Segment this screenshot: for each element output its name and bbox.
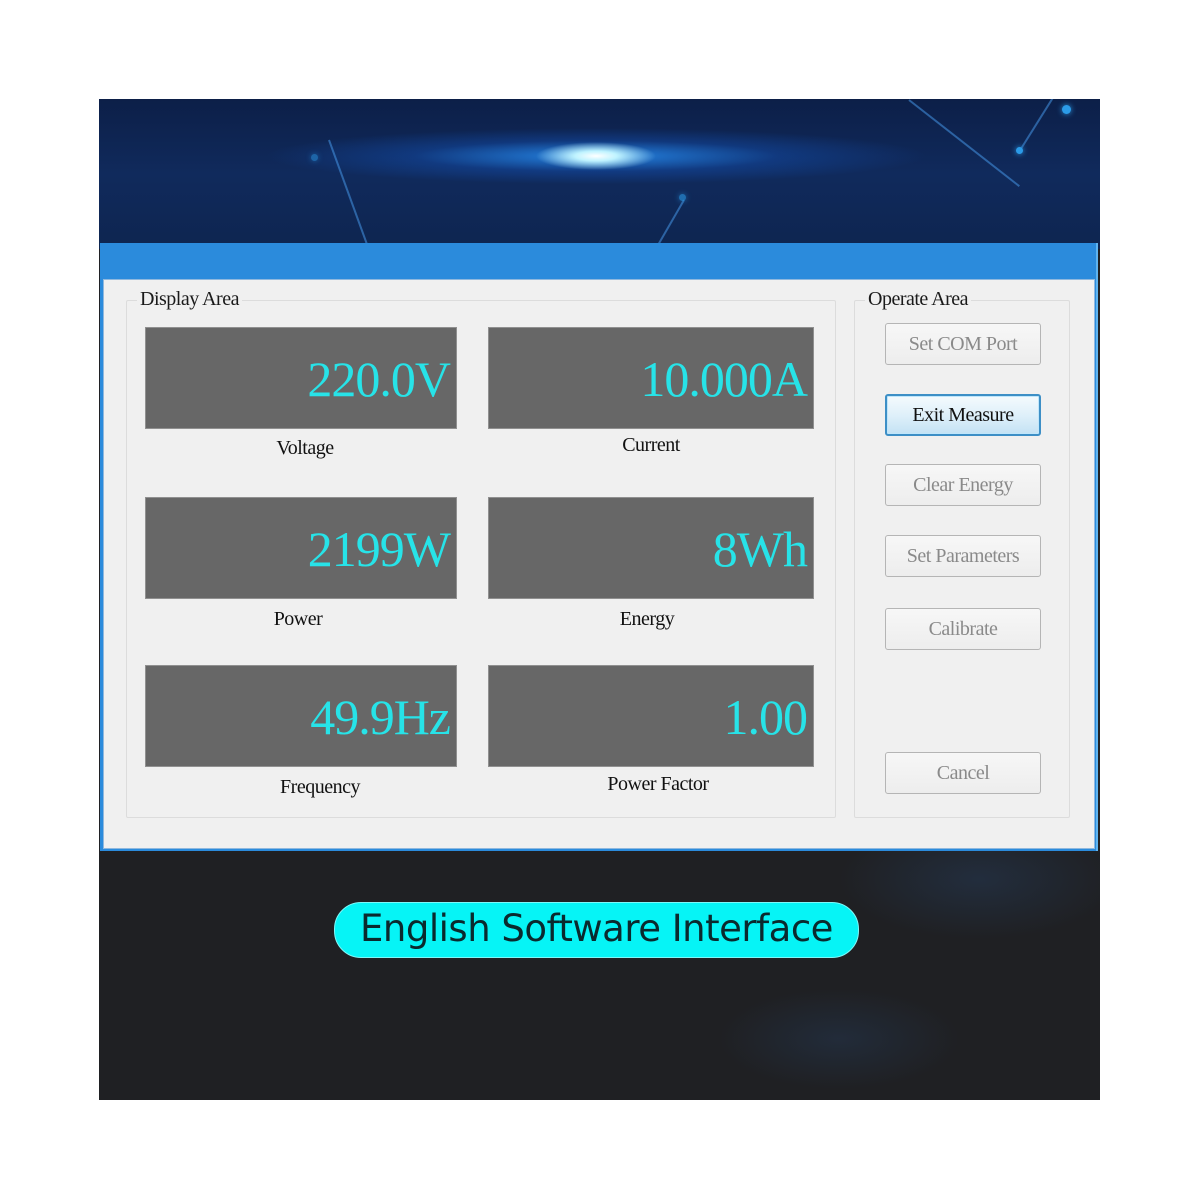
clear-energy-button[interactable]: Clear Energy [885,464,1041,506]
network-node-decoration [1016,147,1023,154]
display-area-group: Display Area 220.0V Voltage 10.000A Curr… [126,288,836,818]
energy-label: Energy [619,608,675,630]
frequency-readout: 49.9Hz [145,665,457,767]
power-factor-label: Power Factor [607,773,709,795]
power-label: Power [273,608,323,630]
current-label: Current [622,434,680,456]
voltage-label: Voltage [276,437,334,459]
dark-background [99,849,1100,1100]
network-line-decoration [908,99,1020,187]
set-parameters-button[interactable]: Set Parameters [885,535,1041,577]
network-node-decoration [311,154,318,161]
product-image-frame: Display Area 220.0V Voltage 10.000A Curr… [99,99,1100,1100]
calibrate-button[interactable]: Calibrate [885,608,1041,650]
current-readout: 10.000A [488,327,814,429]
decorative-banner [99,99,1100,254]
set-com-port-button[interactable]: Set COM Port [885,323,1041,365]
operate-area-group: Operate Area Set COM Port Exit Measure C… [854,288,1070,818]
app-window: Display Area 220.0V Voltage 10.000A Curr… [100,243,1098,851]
network-node-decoration [679,194,686,201]
window-client-area: Display Area 220.0V Voltage 10.000A Curr… [103,279,1095,849]
power-factor-readout: 1.00 [488,665,814,767]
caption-badge: English Software Interface [334,902,859,958]
power-readout: 2199W [145,497,457,599]
energy-readout: 8Wh [488,497,814,599]
network-line-decoration [328,139,371,254]
network-line-decoration [1018,99,1057,153]
voltage-readout: 220.0V [145,327,457,429]
display-area-title: Display Area [137,288,242,311]
cancel-button[interactable]: Cancel [885,752,1041,794]
exit-measure-button[interactable]: Exit Measure [885,394,1041,436]
network-node-decoration [1062,105,1071,114]
operate-area-title: Operate Area [865,288,972,311]
frequency-label: Frequency [280,776,360,798]
